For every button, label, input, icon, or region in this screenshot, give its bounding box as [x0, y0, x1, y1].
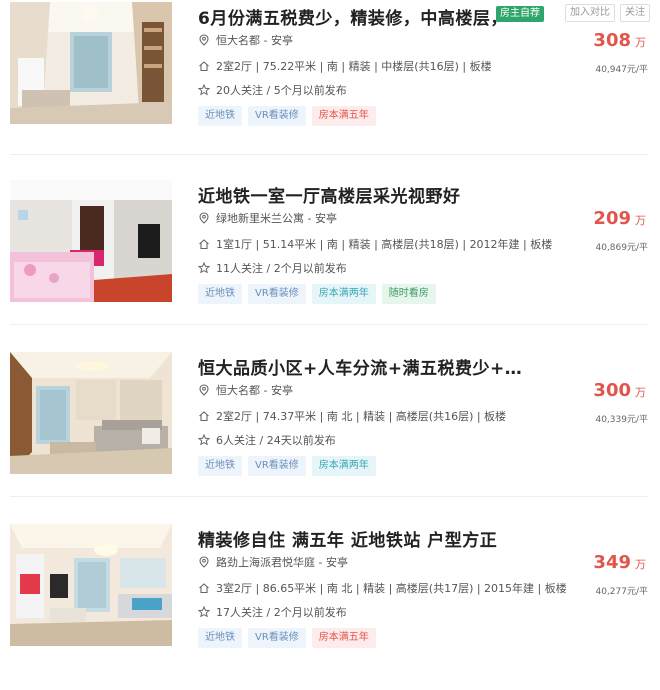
house-icon — [198, 60, 210, 72]
house-icon — [198, 582, 210, 594]
price-value: 308 — [593, 30, 631, 51]
location-pin-icon — [198, 212, 210, 224]
star-icon — [198, 434, 210, 446]
tag-deed-two-years: 房本满两年 — [311, 456, 376, 476]
tag-vr-tour: VR看装修 — [248, 628, 306, 648]
house-info-row: 2室2厅 | 74.37平米 | 南 北 | 精装 | 高楼层(共16层) | … — [198, 408, 506, 424]
divider — [10, 154, 648, 155]
unit-price: 40,869元/平 — [595, 243, 648, 253]
listing-photo[interactable] — [10, 2, 172, 124]
follow-info-row: 17人关注 / 2个月以前发布 — [198, 604, 347, 620]
price-unit: 万 — [635, 386, 646, 399]
community-name[interactable]: 绿地新里米兰公寓 - 安亭 — [216, 210, 337, 226]
follow-info: 20人关注 / 5个月以前发布 — [216, 84, 347, 97]
tag-deed-five-years: 房本满五年 — [311, 628, 376, 648]
tag-vr-tour: VR看装修 — [248, 456, 306, 476]
house-info: 2室2厅 | 74.37平米 | 南 北 | 精装 | 高楼层(共16层) | … — [216, 410, 507, 423]
tag-list: 近地铁 VR看装修 房本满两年 — [198, 456, 376, 476]
listing-card: 近地铁一室一厅高楼层采光视野好 绿地新里米兰公寓 - 安亭 1室1厅 | 51.… — [0, 176, 660, 346]
community-row: 恒大名都 - 安亭 — [198, 32, 293, 48]
divider — [10, 324, 648, 325]
star-icon — [198, 606, 210, 618]
tag-near-subway: 近地铁 — [198, 628, 242, 648]
owner-recommend-badge: 房主自荐 — [496, 6, 544, 22]
follow-info: 6人关注 / 24天以前发布 — [216, 434, 336, 447]
house-info: 1室1厅 | 51.14平米 | 南 | 精装 | 高楼层(共18层) | 20… — [216, 238, 553, 251]
community-name[interactable]: 路劲上海派君悦华庭 - 安亭 — [216, 554, 348, 570]
unit-price: 40,339元/平 — [595, 415, 648, 425]
listing-card: 6月份满五税费少，精装修，中高楼层， 房主自荐 加入对比 关注 恒大名都 - 安… — [0, 0, 660, 168]
community-row: 绿地新里米兰公寓 - 安亭 — [198, 210, 337, 226]
listing-title[interactable]: 近地铁一室一厅高楼层采光视野好 — [198, 182, 461, 207]
tag-list: 近地铁 VR看装修 房本满五年 — [198, 628, 376, 648]
tag-list: 近地铁 VR看装修 房本满两年 随时看房 — [198, 284, 436, 304]
community-name[interactable]: 恒大名都 - 安亭 — [216, 382, 293, 398]
total-price: 349 万 — [593, 552, 646, 573]
house-info: 3室2厅 | 86.65平米 | 南 北 | 精装 | 高楼层(共17层) | … — [216, 582, 567, 595]
community-row: 恒大名都 - 安亭 — [198, 382, 293, 398]
price-unit: 万 — [635, 214, 646, 227]
price-value: 349 — [593, 552, 631, 573]
tag-list: 近地铁 VR看装修 房本满五年 — [198, 106, 376, 126]
add-compare-button[interactable]: 加入对比 — [565, 4, 615, 22]
price-unit: 万 — [635, 36, 646, 49]
listing-photo[interactable] — [10, 524, 172, 646]
tag-view-anytime: 随时看房 — [381, 284, 436, 304]
price-value: 209 — [593, 208, 631, 229]
star-icon — [198, 262, 210, 274]
house-icon — [198, 238, 210, 250]
follow-info: 17人关注 / 2个月以前发布 — [216, 606, 347, 619]
house-info-row: 2室2厅 | 75.22平米 | 南 | 精装 | 中楼层(共16层) | 板楼 — [198, 58, 492, 74]
tag-near-subway: 近地铁 — [198, 284, 242, 304]
community-name[interactable]: 恒大名都 - 安亭 — [216, 32, 293, 48]
listing-title[interactable]: 精装修自住 满五年 近地铁站 户型方正 — [198, 526, 497, 551]
total-price: 300 万 — [593, 380, 646, 401]
total-price: 209 万 — [593, 208, 646, 229]
listing-card: 恒大品质小区+人车分流+满五税费少+… 恒大名都 - 安亭 2室2厅 | 74.… — [0, 348, 660, 518]
tag-near-subway: 近地铁 — [198, 456, 242, 476]
follow-info: 11人关注 / 2个月以前发布 — [216, 262, 347, 275]
unit-price: 40,947元/平 — [595, 65, 648, 75]
house-info: 2室2厅 | 75.22平米 | 南 | 精装 | 中楼层(共16层) | 板楼 — [216, 60, 492, 73]
listing-title[interactable]: 6月份满五税费少，精装修，中高楼层， — [198, 4, 508, 29]
house-info-row: 1室1厅 | 51.14平米 | 南 | 精装 | 高楼层(共18层) | 20… — [198, 236, 552, 252]
listing-photo[interactable] — [10, 352, 172, 474]
follow-info-row: 20人关注 / 5个月以前发布 — [198, 82, 347, 98]
location-pin-icon — [198, 384, 210, 396]
listing-photo[interactable] — [10, 180, 172, 302]
location-pin-icon — [198, 34, 210, 46]
listing-title[interactable]: 恒大品质小区+人车分流+满五税费少+… — [198, 354, 522, 379]
house-icon — [198, 410, 210, 422]
follow-info-row: 11人关注 / 2个月以前发布 — [198, 260, 347, 276]
tag-vr-tour: VR看装修 — [248, 106, 306, 126]
tag-near-subway: 近地铁 — [198, 106, 242, 126]
price-unit: 万 — [635, 558, 646, 571]
price-value: 300 — [593, 380, 631, 401]
house-info-row: 3室2厅 | 86.65平米 | 南 北 | 精装 | 高楼层(共17层) | … — [198, 580, 567, 596]
divider — [10, 496, 648, 497]
tag-deed-five-years: 房本满五年 — [311, 106, 376, 126]
tag-vr-tour: VR看装修 — [248, 284, 306, 304]
location-pin-icon — [198, 556, 210, 568]
tag-deed-two-years: 房本满两年 — [311, 284, 376, 304]
listing-list: 6月份满五税费少，精装修，中高楼层， 房主自荐 加入对比 关注 恒大名都 - 安… — [0, 0, 660, 648]
listing-card: 精装修自住 满五年 近地铁站 户型方正 路劲上海派君悦华庭 - 安亭 3室2厅 … — [0, 520, 660, 690]
star-icon — [198, 84, 210, 96]
follow-button[interactable]: 关注 — [620, 4, 650, 22]
follow-info-row: 6人关注 / 24天以前发布 — [198, 432, 336, 448]
total-price: 308 万 — [593, 30, 646, 51]
unit-price: 40,277元/平 — [595, 587, 648, 597]
community-row: 路劲上海派君悦华庭 - 安亭 — [198, 554, 348, 570]
